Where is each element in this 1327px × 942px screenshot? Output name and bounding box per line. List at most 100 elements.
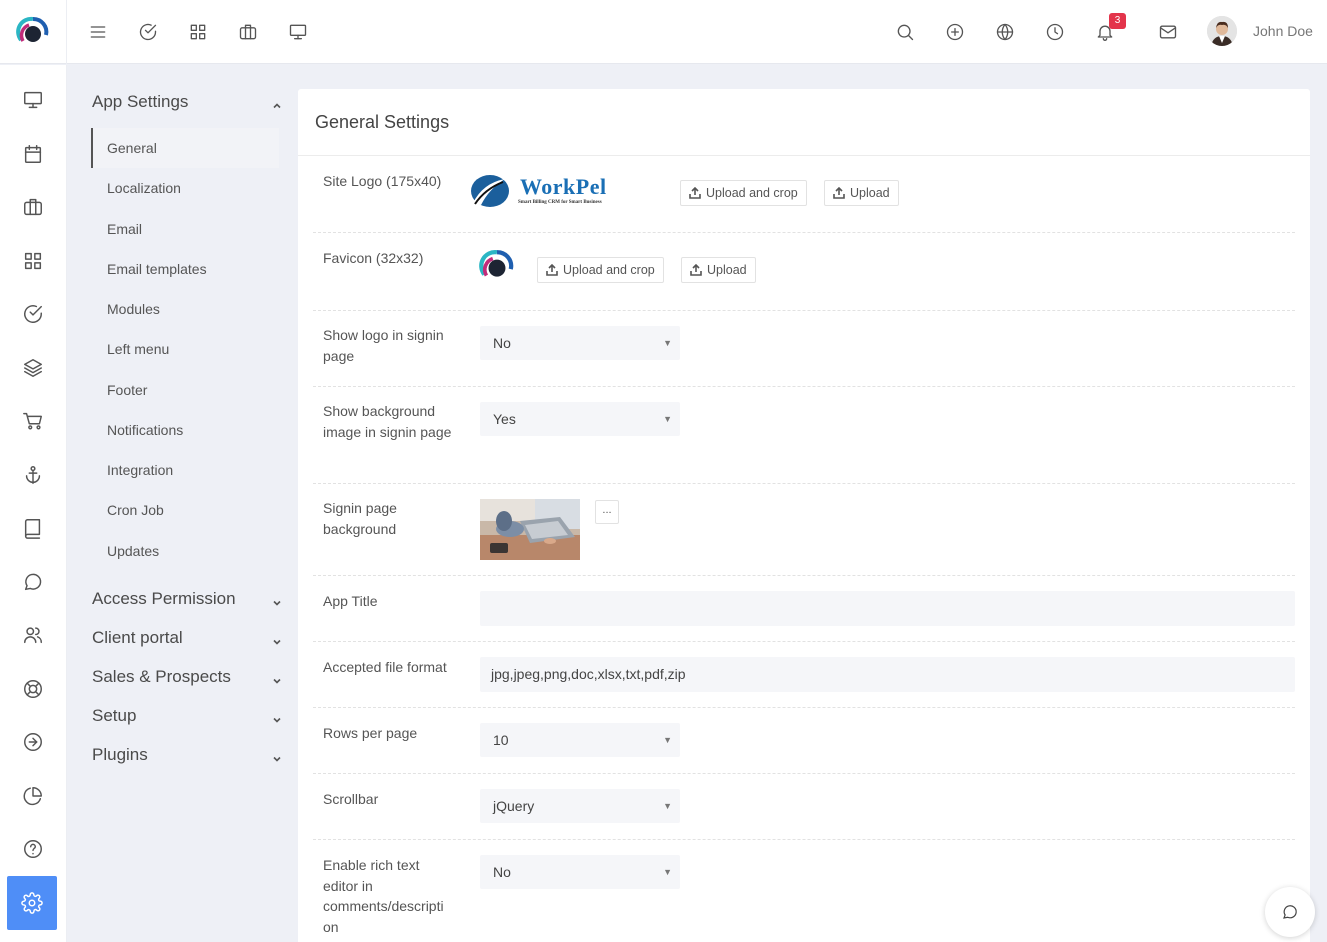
clock-icon[interactable] — [1040, 17, 1070, 47]
row-divider — [313, 575, 1295, 576]
rows-per-page-select[interactable]: 10 ▼ — [480, 723, 680, 757]
button-label: Upload — [707, 263, 747, 277]
chevron-down-icon — [272, 710, 282, 723]
grid-icon[interactable] — [12, 240, 54, 282]
rich-text-label: Enable rich text editor in comments/desc… — [323, 855, 458, 937]
app-logo[interactable] — [0, 0, 67, 64]
caret-down-icon: ▼ — [663, 414, 672, 424]
favicon-logo-icon — [479, 250, 514, 277]
calendar-icon[interactable] — [12, 133, 54, 175]
row-divider — [313, 773, 1295, 774]
favicon-upload-crop-button[interactable]: Upload and crop — [537, 257, 664, 283]
select-value: No — [493, 864, 511, 880]
menu-item-footer[interactable]: Footer — [91, 370, 279, 410]
cart-icon[interactable] — [12, 400, 54, 442]
app-title-input[interactable] — [480, 591, 1295, 626]
label-line: comments/descripti — [323, 898, 444, 914]
check-circle-icon[interactable] — [133, 17, 163, 47]
show-logo-signin-select[interactable]: No ▼ — [480, 326, 680, 360]
menu-item-modules[interactable]: Modules — [91, 289, 279, 329]
menu-group-label: Plugins — [92, 745, 148, 764]
label-line: Enable rich text — [323, 857, 420, 873]
select-value: jQuery — [493, 798, 535, 814]
menu-item-updates[interactable]: Updates — [91, 531, 279, 571]
menu-item-notifications[interactable]: Notifications — [91, 410, 279, 450]
chat-widget-button[interactable] — [1265, 887, 1315, 937]
help-icon[interactable] — [12, 828, 54, 870]
site-logo-preview: WorkPel Smart Billing CRM for Smart Busi… — [469, 173, 624, 209]
select-value: Yes — [493, 411, 516, 427]
arrow-circle-icon[interactable] — [12, 721, 54, 763]
menu-group-setup[interactable]: Setup — [92, 706, 282, 726]
plus-circle-icon[interactable] — [940, 17, 970, 47]
chat-icon[interactable] — [12, 561, 54, 603]
site-logo-upload-button[interactable]: Upload — [824, 180, 899, 206]
globe-icon[interactable] — [990, 17, 1020, 47]
monitor-icon[interactable] — [283, 17, 313, 47]
signin-background-thumbnail[interactable] — [480, 499, 580, 560]
briefcase-icon[interactable] — [233, 17, 263, 47]
label-line: editor in — [323, 877, 373, 894]
menu-group-label: Client portal — [92, 628, 183, 647]
user-name[interactable]: John Doe — [1253, 23, 1313, 39]
scrollbar-label: Scrollbar — [323, 791, 379, 807]
briefcase-icon[interactable] — [12, 186, 54, 228]
app-logo-icon — [16, 16, 49, 42]
lifebuoy-icon[interactable] — [12, 668, 54, 710]
menu-group-client-portal[interactable]: Client portal — [92, 628, 282, 648]
menu-item-left-menu[interactable]: Left menu — [91, 329, 279, 369]
scrollbar-select[interactable]: jQuery ▼ — [480, 789, 680, 823]
settings-menu: App Settings General Localization Email … — [67, 65, 298, 942]
check-circle-icon[interactable] — [12, 293, 54, 335]
favicon-upload-button[interactable]: Upload — [681, 257, 756, 283]
site-logo-upload-crop-button[interactable]: Upload and crop — [680, 180, 807, 206]
settings-icon[interactable] — [7, 876, 57, 930]
menu-item-general[interactable]: General — [91, 128, 279, 168]
book-icon[interactable] — [12, 507, 54, 549]
chat-icon — [1283, 905, 1297, 919]
app-title-label: App Title — [323, 593, 378, 609]
rich-text-select[interactable]: No ▼ — [480, 855, 680, 889]
menu-group-label: Setup — [92, 706, 137, 725]
users-icon[interactable] — [12, 614, 54, 656]
search-icon[interactable] — [890, 17, 920, 47]
button-label: Upload and crop — [563, 263, 655, 277]
layers-icon[interactable] — [12, 347, 54, 389]
row-divider — [313, 232, 1295, 233]
anchor-icon[interactable] — [12, 454, 54, 496]
chevron-down-icon — [272, 749, 282, 762]
menu-item-localization[interactable]: Localization — [91, 168, 279, 208]
caret-down-icon: ▼ — [663, 735, 672, 745]
general-settings-card: General Settings Site Logo (175x40) Work… — [298, 89, 1310, 942]
button-label: Upload — [850, 186, 890, 200]
row-divider — [313, 483, 1295, 484]
avatar[interactable] — [1207, 16, 1237, 46]
workpel-logo-icon — [471, 175, 509, 207]
pie-chart-icon[interactable] — [12, 775, 54, 817]
rows-per-page-label: Rows per page — [323, 725, 418, 741]
show-bg-signin-select[interactable]: Yes ▼ — [480, 402, 680, 436]
menu-item-integration[interactable]: Integration — [91, 450, 279, 490]
menu-group-app-settings[interactable]: App Settings — [92, 92, 282, 112]
menu-group-plugins[interactable]: Plugins — [92, 745, 282, 765]
accepted-file-format-input[interactable]: jpg,jpeg,png,doc,xlsx,txt,pdf,zip — [480, 657, 1295, 692]
divider — [298, 155, 1310, 156]
menu-item-email-templates[interactable]: Email templates — [91, 249, 279, 289]
top-bar: 3 John Doe — [0, 0, 1327, 64]
grid-icon[interactable] — [183, 17, 213, 47]
menu-icon[interactable] — [83, 17, 113, 47]
menu-item-cron-job[interactable]: Cron Job — [91, 490, 279, 530]
menu-group-access-permission[interactable]: Access Permission — [92, 589, 282, 609]
logo-text: WorkPel — [520, 174, 607, 199]
signin-background-more-button[interactable]: ... — [595, 500, 619, 524]
menu-group-label: Access Permission — [92, 589, 236, 608]
label-line: on — [323, 918, 339, 935]
favicon-preview — [479, 248, 515, 284]
notification-badge: 3 — [1109, 13, 1126, 29]
chevron-down-icon — [272, 632, 282, 645]
menu-group-sales-prospects[interactable]: Sales & Prospects — [92, 667, 282, 687]
logo-tagline: Smart Billing CRM for Smart Business — [518, 200, 602, 205]
menu-item-email[interactable]: Email — [91, 209, 279, 249]
monitor-icon[interactable] — [12, 79, 54, 121]
mail-icon[interactable] — [1153, 17, 1183, 47]
